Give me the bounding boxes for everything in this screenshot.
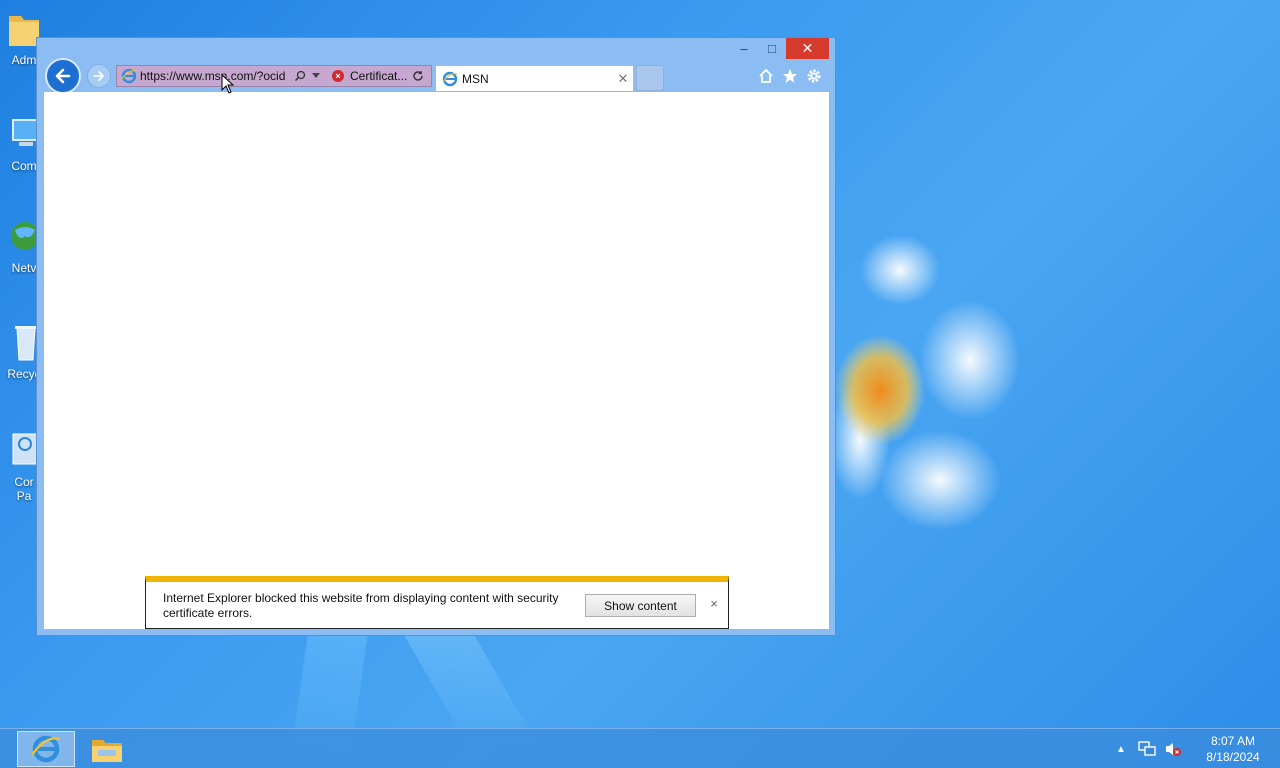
window-controls: – □ ✕ [730, 38, 829, 59]
url-text[interactable]: https://www.msn.com/?ocid [140, 69, 292, 83]
wallpaper-flower [830, 235, 1020, 530]
clock-time: 8:07 AM [1210, 734, 1256, 748]
taskbar-internet-explorer[interactable] [17, 731, 75, 767]
navigation-bar: https://www.msn.com/?ocid × Certificat..… [45, 58, 829, 94]
close-button[interactable]: ✕ [786, 38, 829, 59]
forward-arrow-icon [93, 71, 104, 81]
maximize-button[interactable]: □ [758, 38, 786, 59]
browser-window[interactable]: – □ ✕ https://www.msn.com/?ocid × Certif… [36, 37, 836, 636]
certificate-error-label: Certificat... [350, 69, 408, 83]
taskbar-file-explorer[interactable] [78, 731, 136, 767]
system-tray: ▲ 8:07 AM 8/18/2024 [1110, 729, 1280, 768]
clock[interactable]: 8:07 AM 8/18/2024 [1194, 733, 1272, 765]
internet-explorer-icon [31, 735, 61, 763]
back-arrow-icon [55, 68, 71, 84]
taskbar: ▲ 8:07 AM 8/18/2024 [0, 728, 1280, 768]
internet-explorer-icon [121, 68, 137, 84]
clock-date: 8/18/2024 [1206, 750, 1260, 764]
show-content-button[interactable]: Show content [585, 594, 696, 617]
certificate-error-indicator[interactable]: × Certificat... [332, 69, 410, 83]
notification-close-icon[interactable]: × [707, 596, 721, 611]
home-icon[interactable] [757, 67, 775, 85]
tab-close-icon[interactable]: ✕ [613, 71, 633, 87]
page-content[interactable] [44, 92, 829, 629]
mouse-cursor-icon [221, 74, 235, 94]
chevron-down-icon[interactable] [308, 68, 324, 84]
tab-title: MSN [462, 71, 489, 86]
address-bar[interactable]: https://www.msn.com/?ocid × Certificat..… [116, 65, 432, 87]
notification-bar: Internet Explorer blocked this website f… [145, 576, 729, 629]
volume-muted-icon[interactable] [1162, 738, 1184, 760]
toolbar-icons [757, 67, 823, 85]
internet-explorer-icon [442, 71, 458, 86]
favorites-star-icon[interactable] [781, 67, 799, 85]
search-icon[interactable] [292, 68, 308, 84]
refresh-icon[interactable] [410, 68, 426, 84]
show-hidden-icons-icon[interactable]: ▲ [1110, 738, 1132, 760]
new-tab-button[interactable] [636, 65, 664, 91]
file-explorer-icon [92, 740, 122, 762]
notification-message: Internet Explorer blocked this website f… [163, 591, 559, 620]
gear-icon[interactable] [805, 67, 823, 85]
network-status-icon[interactable] [1136, 738, 1158, 760]
certificate-error-icon: × [332, 70, 344, 82]
forward-button[interactable] [87, 64, 111, 88]
tab-msn[interactable]: MSN ✕ [435, 65, 634, 91]
back-button[interactable] [45, 58, 81, 94]
minimize-button[interactable]: – [730, 38, 758, 59]
